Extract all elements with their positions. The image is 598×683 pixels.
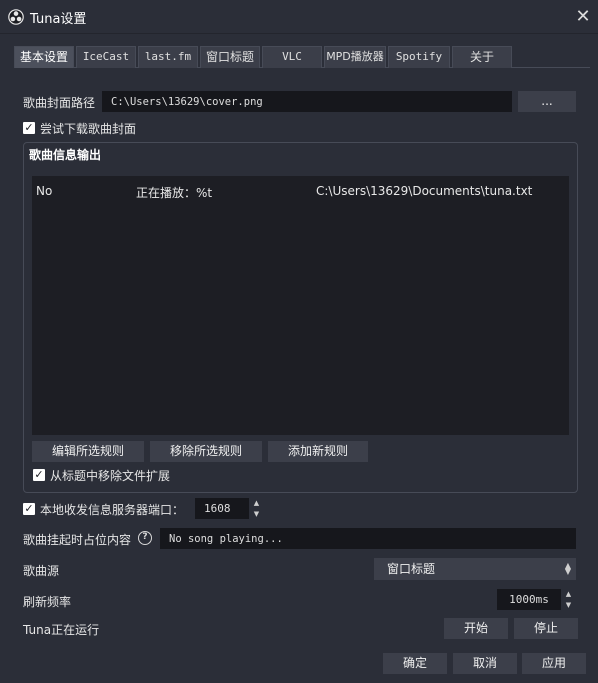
close-icon[interactable]: ✕ bbox=[572, 6, 594, 28]
remove-extension-checkbox[interactable]: ✓ bbox=[33, 469, 45, 481]
refresh-up-icon[interactable]: ▲ bbox=[562, 589, 575, 599]
local-server-checkbox[interactable]: ✓ bbox=[23, 503, 35, 515]
port-up-icon[interactable]: ▲ bbox=[250, 498, 263, 508]
title-bar bbox=[0, 0, 598, 34]
rule-format: 正在播放：%t bbox=[136, 186, 213, 200]
window-title: Tuna设置 bbox=[30, 12, 87, 27]
rule-path: C:\Users\13629\Documents\tuna.txt bbox=[316, 184, 533, 198]
status-text: Tuna正在运行 bbox=[23, 623, 100, 637]
ok-button[interactable]: 确定 bbox=[383, 653, 447, 674]
list-item[interactable]: No 正在播放：%t C:\Users\13629\Documents\tuna… bbox=[32, 184, 569, 202]
local-server-label: 本地收发信息服务器端口： bbox=[40, 503, 185, 517]
start-button[interactable]: 开始 bbox=[444, 618, 508, 639]
edit-rule-button[interactable]: 编辑所选规则 bbox=[32, 441, 144, 462]
placeholder-label: 歌曲挂起时占位内容 bbox=[23, 533, 132, 547]
obs-logo-icon bbox=[8, 9, 24, 25]
remove-extension-label: 从标题中移除文件扩展 bbox=[50, 469, 171, 483]
port-input[interactable]: 1608 bbox=[195, 498, 249, 519]
tab-basic-settings[interactable]: 基本设置 bbox=[14, 46, 74, 68]
tab-mpd[interactable]: MPD播放器 bbox=[324, 46, 386, 68]
stop-button[interactable]: 停止 bbox=[514, 618, 578, 639]
cancel-button[interactable]: 取消 bbox=[453, 653, 517, 674]
refresh-rate-input[interactable]: 1000ms bbox=[497, 589, 561, 610]
try-download-label: 尝试下载歌曲封面 bbox=[40, 122, 137, 136]
apply-button[interactable]: 应用 bbox=[522, 653, 586, 674]
song-output-title: 歌曲信息输出 bbox=[29, 148, 102, 162]
help-icon[interactable]: ? bbox=[138, 531, 152, 545]
chevron-updown-icon: ▲ ▼ bbox=[564, 561, 571, 576]
tab-lastfm[interactable]: last.fm bbox=[138, 46, 198, 68]
tab-vlc[interactable]: VLC bbox=[262, 46, 322, 68]
add-rule-button[interactable]: 添加新规则 bbox=[268, 441, 368, 462]
song-source-select[interactable]: 窗口标题 ▲ ▼ bbox=[374, 558, 576, 580]
refresh-rate-label: 刷新频率 bbox=[23, 595, 72, 609]
refresh-down-icon[interactable]: ▼ bbox=[562, 600, 575, 610]
browse-cover-button[interactable]: ... bbox=[518, 91, 576, 112]
port-down-icon[interactable]: ▼ bbox=[250, 509, 263, 519]
cover-path-input[interactable]: C:\Users\13629\cover.png bbox=[102, 91, 512, 112]
tab-window-title[interactable]: 窗口标题 bbox=[200, 46, 260, 68]
remove-rule-button[interactable]: 移除所选规则 bbox=[150, 441, 262, 462]
tab-about[interactable]: 关于 bbox=[452, 46, 512, 68]
try-download-checkbox[interactable]: ✓ bbox=[23, 122, 35, 134]
song-source-label: 歌曲源 bbox=[23, 564, 60, 578]
tab-icecast[interactable]: IceCast bbox=[76, 46, 136, 68]
cover-path-label: 歌曲封面路径 bbox=[23, 96, 96, 110]
refresh-rate-stepper[interactable]: ▲ ▼ bbox=[562, 589, 575, 610]
port-stepper[interactable]: ▲ ▼ bbox=[250, 498, 263, 519]
rules-list[interactable]: No 正在播放：%t C:\Users\13629\Documents\tuna… bbox=[32, 176, 569, 435]
tab-spotify[interactable]: Spotify bbox=[388, 46, 450, 68]
song-source-value: 窗口标题 bbox=[387, 562, 436, 576]
placeholder-input[interactable]: No song playing... bbox=[160, 528, 576, 549]
rule-enabled: No bbox=[36, 184, 53, 198]
